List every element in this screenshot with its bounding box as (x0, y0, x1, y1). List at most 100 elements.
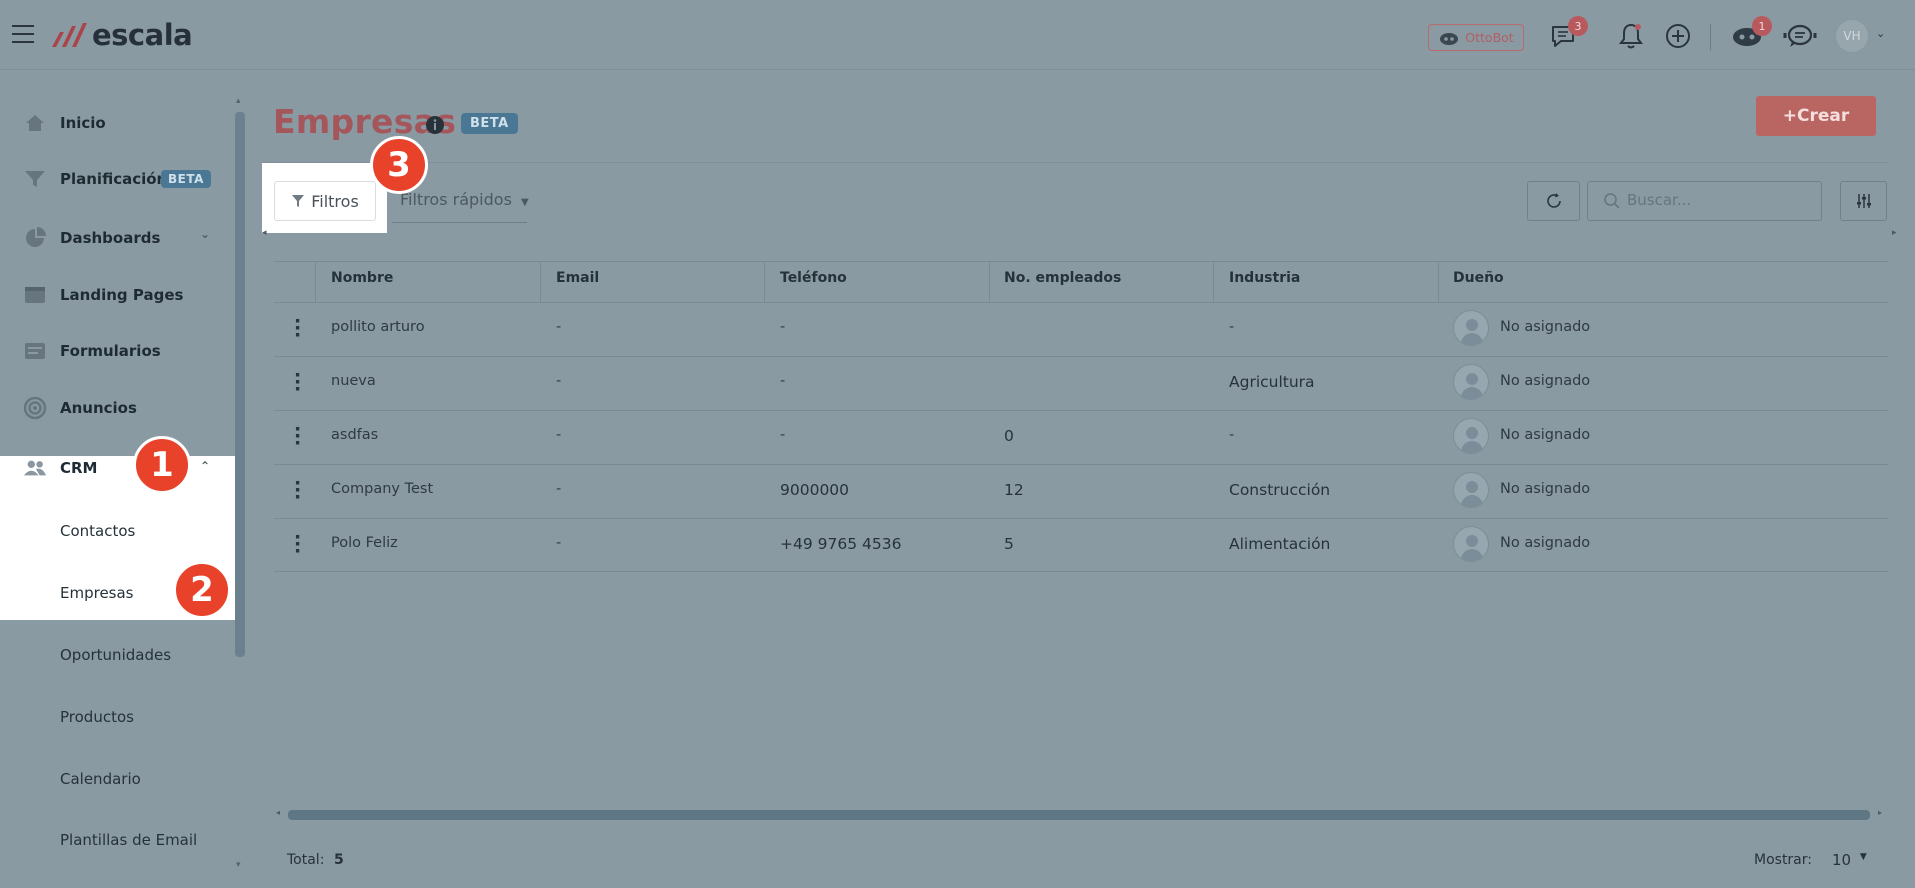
sidebar-subitem-calendario[interactable]: Calendario (60, 770, 141, 788)
form-icon (23, 341, 47, 361)
column-divider (540, 262, 541, 302)
sidebar-subitem-plantillas-email[interactable]: Plantillas de Email (60, 831, 197, 849)
row-actions-kebab-icon[interactable]: · · · (294, 366, 301, 399)
show-label: Mostrar: (1754, 852, 1812, 868)
column-divider (315, 262, 316, 302)
filters-button[interactable]: Filtros (274, 181, 376, 221)
cell-industria: - (1229, 319, 1235, 335)
column-header-industria[interactable]: Industria (1229, 270, 1300, 286)
cell-empleados: 0 (1004, 427, 1014, 445)
sidebar-subitem-contactos[interactable]: Contactos (60, 522, 135, 540)
sidebar-item-dashboards[interactable]: Dashboards ⌄ (0, 212, 235, 264)
chat-support-icon[interactable] (1783, 22, 1817, 50)
add-circle-icon[interactable] (1664, 22, 1692, 50)
refresh-icon (1546, 193, 1561, 208)
caret-down-icon: ▼ (521, 197, 529, 208)
sidebar-item-planificacion[interactable]: Planificación BETA (0, 153, 235, 205)
search-input[interactable] (1587, 181, 1822, 221)
sidebar-item-label: Formularios (60, 342, 161, 360)
chevron-up-icon: ⌃ (200, 459, 211, 473)
cell-empleados: 5 (1004, 535, 1014, 553)
cell-industria: - (1229, 427, 1235, 443)
toolbar-divider (262, 162, 1889, 163)
user-avatar[interactable]: VH (1836, 20, 1868, 52)
column-settings-button[interactable] (1840, 181, 1887, 221)
column-divider (764, 262, 765, 302)
hamburger-menu-icon[interactable] (12, 25, 34, 43)
top-bar: escala OttoBot 3 1 VH ⌄ (0, 0, 1915, 70)
sidebar-scroll-down-icon[interactable]: ▾ (236, 860, 241, 870)
table-bottom-border (274, 571, 1888, 572)
sidebar-subitem-productos[interactable]: Productos (60, 708, 134, 726)
column-header-email[interactable]: Email (556, 270, 599, 286)
browser-icon (23, 285, 47, 305)
search-placeholder: Buscar... (1627, 191, 1692, 209)
pie-chart-icon (23, 227, 47, 248)
column-header-dueno[interactable]: Dueño (1453, 270, 1504, 286)
sliders-icon (1856, 194, 1871, 208)
hscroll-right-icon[interactable]: ▸ (1878, 808, 1882, 817)
sidebar-scrollbar[interactable] (235, 112, 245, 657)
logo-text: escala (92, 18, 193, 52)
cell-industria: Construcción (1229, 481, 1331, 499)
page-size-select[interactable]: 10 ▼ (1832, 851, 1867, 869)
scroll-right-icon[interactable]: ▸ (1892, 228, 1897, 238)
hscroll-left-icon[interactable]: ◂ (276, 808, 280, 817)
row-actions-kebab-icon[interactable]: · · · (294, 312, 301, 345)
robot-icon (1440, 32, 1459, 45)
notifications-bell-icon[interactable] (1617, 22, 1645, 50)
page-beta-badge: BETA (461, 113, 518, 134)
sidebar-scroll-up-icon[interactable]: ▴ (236, 96, 241, 106)
row-actions-kebab-icon[interactable]: · · · (294, 420, 301, 453)
row-actions-kebab-icon[interactable]: · · · (294, 474, 301, 507)
column-header-nombre[interactable]: Nombre (331, 270, 393, 286)
cell-nombre[interactable]: nueva (331, 373, 376, 389)
cell-dueno: No asignado (1500, 481, 1591, 497)
cell-nombre[interactable]: pollito arturo (331, 319, 425, 335)
quick-filters-dropdown[interactable]: Filtros rápidos ▼ (400, 190, 529, 209)
cell-dueno: No asignado (1500, 427, 1591, 443)
logo-mark-icon (52, 23, 87, 47)
ottobot-button[interactable]: OttoBot (1428, 24, 1524, 51)
sidebar-item-formularios[interactable]: Formularios (0, 325, 235, 377)
robot-assistant-icon[interactable]: 1 (1730, 16, 1772, 50)
sidebar-item-landing-pages[interactable]: Landing Pages (0, 269, 235, 321)
filter-icon (292, 195, 305, 207)
cell-telefono: 9000000 (780, 481, 850, 499)
cell-nombre[interactable]: Company Test (331, 481, 433, 497)
column-divider (1438, 262, 1439, 302)
cell-email: - (556, 319, 562, 335)
total-label: Total: (287, 852, 325, 868)
create-button[interactable]: +Crear (1756, 96, 1876, 136)
owner-avatar-icon (1453, 526, 1489, 562)
cell-industria: Agricultura (1229, 373, 1315, 391)
column-header-empleados[interactable]: No. empleados (1004, 270, 1121, 286)
target-icon (23, 396, 47, 420)
sidebar-item-crm[interactable]: CRM ⌃ (0, 442, 235, 494)
filters-label: Filtros (311, 191, 359, 211)
messages-icon[interactable]: 3 (1548, 16, 1588, 50)
sidebar-item-inicio[interactable]: Inicio (0, 97, 235, 149)
logo[interactable]: escala (50, 18, 193, 52)
sidebar-item-anuncios[interactable]: Anuncios (0, 382, 235, 434)
horizontal-scrollbar[interactable] (288, 810, 1870, 820)
column-header-telefono[interactable]: Teléfono (780, 270, 847, 286)
cell-empleados: 12 (1004, 481, 1024, 499)
sidebar-subitem-oportunidades[interactable]: Oportunidades (60, 646, 171, 664)
avatar-chevron-down-icon[interactable]: ⌄ (1876, 27, 1885, 40)
owner-avatar-icon (1453, 418, 1489, 454)
robot-count-badge: 1 (1752, 16, 1772, 36)
row-actions-kebab-icon[interactable]: · · · (294, 528, 301, 561)
cell-nombre[interactable]: Polo Feliz (331, 535, 398, 551)
sidebar-subitem-empresas[interactable]: Empresas (60, 584, 134, 602)
cell-email: - (556, 373, 562, 389)
cell-email: - (556, 481, 562, 497)
cell-industria: Alimentación (1229, 535, 1331, 553)
info-icon[interactable] (425, 115, 445, 135)
step-marker-3: 3 (370, 136, 428, 194)
search-icon (1604, 193, 1620, 209)
cell-nombre[interactable]: asdfas (331, 427, 378, 443)
refresh-button[interactable] (1527, 181, 1580, 221)
scroll-left-icon[interactable]: ◂ (262, 228, 267, 238)
row-divider (274, 410, 1888, 411)
